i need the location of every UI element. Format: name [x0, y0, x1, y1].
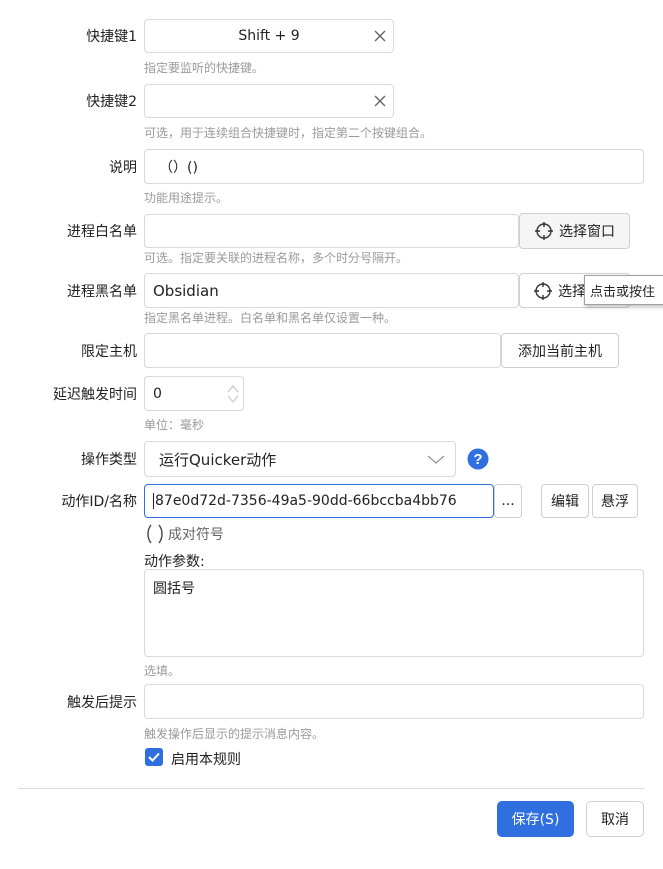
description-label: 说明 — [109, 160, 137, 176]
add-current-host-label: 添加当前主机 — [518, 343, 602, 360]
action-name: 成对符号 — [168, 527, 224, 543]
action-params-value: 圆括号 — [153, 581, 195, 597]
description-input[interactable]: （）() — [144, 149, 644, 184]
cancel-label: 取消 — [601, 812, 629, 828]
clear-icon[interactable] — [373, 94, 387, 108]
svg-text:?: ? — [473, 451, 482, 468]
crosshair-icon — [535, 222, 553, 240]
process-blacklist-hint: 指定黑名单进程。白名单和黑名单仅设置一种。 — [144, 311, 397, 325]
action-params-textarea[interactable]: 圆括号 — [144, 569, 644, 657]
clear-icon[interactable] — [373, 29, 387, 43]
select-window-label: 选择窗口 — [559, 224, 615, 240]
hotkey1-input[interactable]: Shift + 9 — [144, 19, 394, 53]
hotkey1-value: Shift + 9 — [238, 28, 300, 44]
process-blacklist-value: Obsidian — [153, 281, 219, 300]
save-button[interactable]: 保存(S) — [497, 801, 574, 837]
action-id-value: 87e0d72d-7356-49a5-90dd-66bccba4bb76 — [153, 493, 457, 509]
action-params-hint: 选填。 — [144, 664, 181, 678]
add-current-host-button[interactable]: 添加当前主机 — [501, 333, 619, 368]
hotkey1-label: 快捷键1 — [86, 29, 137, 45]
hotkey2-label: 快捷键2 — [86, 94, 137, 110]
process-whitelist-label: 进程白名单 — [67, 224, 137, 240]
help-icon[interactable]: ? — [467, 448, 489, 470]
hotkey1-hint: 指定要监听的快捷键。 — [144, 61, 265, 75]
save-label: 保存(S) — [511, 812, 560, 828]
edit-button[interactable]: 编辑 — [541, 484, 589, 518]
action-type-select[interactable]: 运行Quicker动作 — [144, 441, 456, 477]
after-trigger-input[interactable] — [144, 684, 644, 719]
hotkey2-input[interactable] — [144, 84, 394, 118]
tooltip: 点击或按住 — [584, 275, 663, 305]
description-value: （）() — [159, 159, 198, 176]
description-hint: 功能用途提示。 — [144, 191, 229, 205]
process-whitelist-input[interactable] — [144, 214, 519, 248]
action-name-row: 成对符号 — [144, 522, 224, 546]
chevron-down-icon — [427, 455, 445, 464]
crosshair-icon — [534, 281, 552, 300]
action-params-label: 动作参数: — [144, 554, 205, 570]
footer-divider — [18, 788, 645, 789]
delay-value: 0 — [153, 385, 162, 402]
process-blacklist-input[interactable]: Obsidian — [144, 273, 519, 308]
enable-rule-label[interactable]: 启用本规则 — [171, 749, 241, 769]
select-window-button[interactable]: 选择窗口 — [519, 213, 630, 249]
parentheses-icon — [147, 524, 163, 544]
action-id-input[interactable]: 87e0d72d-7356-49a5-90dd-66bccba4bb76 — [144, 484, 494, 518]
more-label: ... — [501, 493, 515, 509]
edit-label: 编辑 — [551, 494, 579, 510]
host-limit-label: 限定主机 — [81, 344, 137, 360]
after-trigger-label: 触发后提示 — [67, 695, 137, 711]
action-id-label: 动作ID/名称 — [61, 494, 137, 510]
float-label: 悬浮 — [601, 494, 629, 510]
after-trigger-hint: 触发操作后显示的提示消息内容。 — [144, 727, 325, 741]
check-icon — [148, 752, 160, 762]
delay-label: 延迟触发时间 — [53, 387, 137, 403]
float-button[interactable]: 悬浮 — [592, 484, 638, 518]
select-window-label: 选择 — [558, 283, 586, 300]
enable-rule-checkbox[interactable] — [145, 748, 163, 766]
delay-hint: 单位：毫秒 — [144, 418, 205, 432]
more-button[interactable]: ... — [494, 484, 522, 518]
action-type-label: 操作类型 — [81, 452, 137, 468]
host-limit-input[interactable] — [144, 333, 501, 368]
stepper-arrows-icon[interactable] — [226, 382, 240, 406]
process-whitelist-hint: 可选。指定要关联的进程名称，多个时分号隔开。 — [144, 251, 409, 265]
cancel-button[interactable]: 取消 — [586, 801, 644, 837]
process-blacklist-label: 进程黑名单 — [67, 284, 137, 300]
hotkey2-hint: 可选，用于连续组合快捷键时，指定第二个按键组合。 — [144, 126, 433, 140]
action-type-value: 运行Quicker动作 — [159, 450, 277, 469]
delay-stepper[interactable]: 0 — [144, 376, 244, 411]
